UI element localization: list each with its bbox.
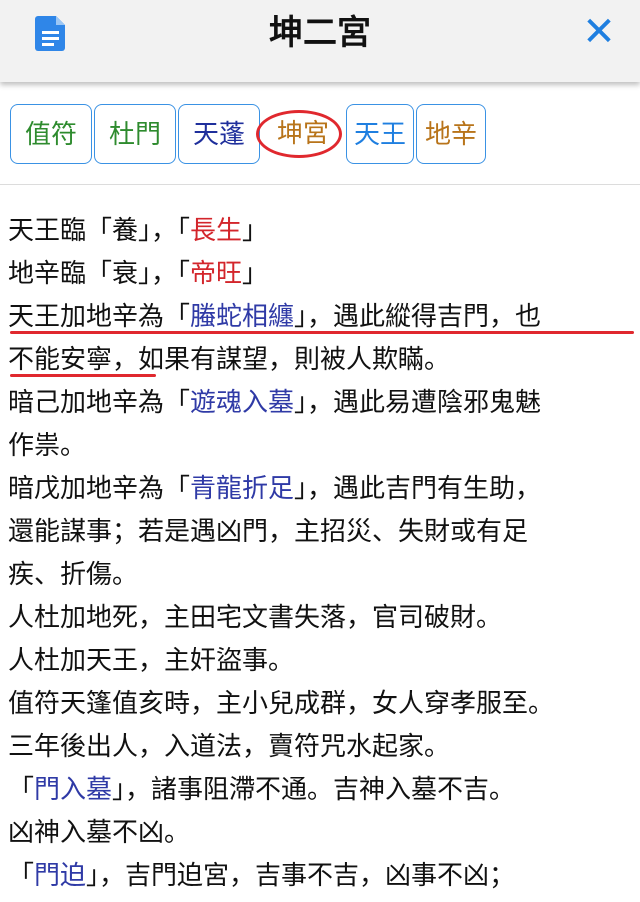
text-line: 天王臨「養」，「長生」 [8, 216, 269, 246]
text-line: 「門入墓」，諸事阻滯不通。吉神入墓不吉。 [8, 775, 516, 805]
tab-tianpeng[interactable]: 天蓬 [178, 104, 260, 164]
content-body: 天王臨「養」，「長生」 地辛臨「衰」，「帝旺」 天王加地辛為「螣蛇相纏」，遇此縱… [8, 210, 636, 898]
divider [0, 184, 640, 185]
text-line: 「門迫」，吉門迫宮，吉事不吉，凶事不凶； [8, 861, 516, 891]
text-line: 還能謀事；若是遇凶門，主招災、失財或有足 [8, 517, 529, 547]
text-line: 凶神入墓不凶。 [8, 818, 191, 848]
text-line: 作祟。 [8, 431, 87, 461]
tab-kungong[interactable]: 坤宮 [256, 104, 344, 164]
tab-tianwang[interactable]: 天王 [346, 104, 414, 164]
text-line: 人杜加地死，主田宅文書失落，官司破財。 [8, 603, 503, 633]
text-line: 天王加地辛為「螣蛇相纏」，遇此縱得吉門，也 [8, 302, 542, 332]
text-line: 地辛臨「衰」，「帝旺」 [8, 259, 269, 289]
text-line: 疾、折傷。 [8, 560, 139, 590]
page-title: 坤二宮 [269, 13, 371, 53]
text-line: 三年後出人，入道法，賣符咒水起家。 [8, 732, 451, 762]
text-line: 不能安寧，如果有謀望，則被人欺瞞。 [8, 345, 451, 375]
close-icon[interactable]: ✕ [580, 12, 618, 52]
app-header: 坤二宮 ✕ [0, 0, 640, 82]
text-line: 人杜加天王，主奸盜事。 [8, 646, 295, 676]
text-line: 暗己加地辛為「遊魂入墓」，遇此易遭陰邪鬼魅 [8, 388, 542, 418]
tab-kungong-label: 坤宮 [276, 119, 329, 149]
text-line: 暗戊加地辛為「青龍折足」，遇此吉門有生助， [8, 474, 542, 504]
tab-dixin[interactable]: 地辛 [416, 104, 486, 164]
tab-dumen[interactable]: 杜門 [94, 104, 176, 164]
tab-zhifu[interactable]: 值符 [10, 104, 92, 164]
text-line: 值符天篷值亥時，主小兒成群，女人穿孝服至。 [8, 689, 555, 719]
